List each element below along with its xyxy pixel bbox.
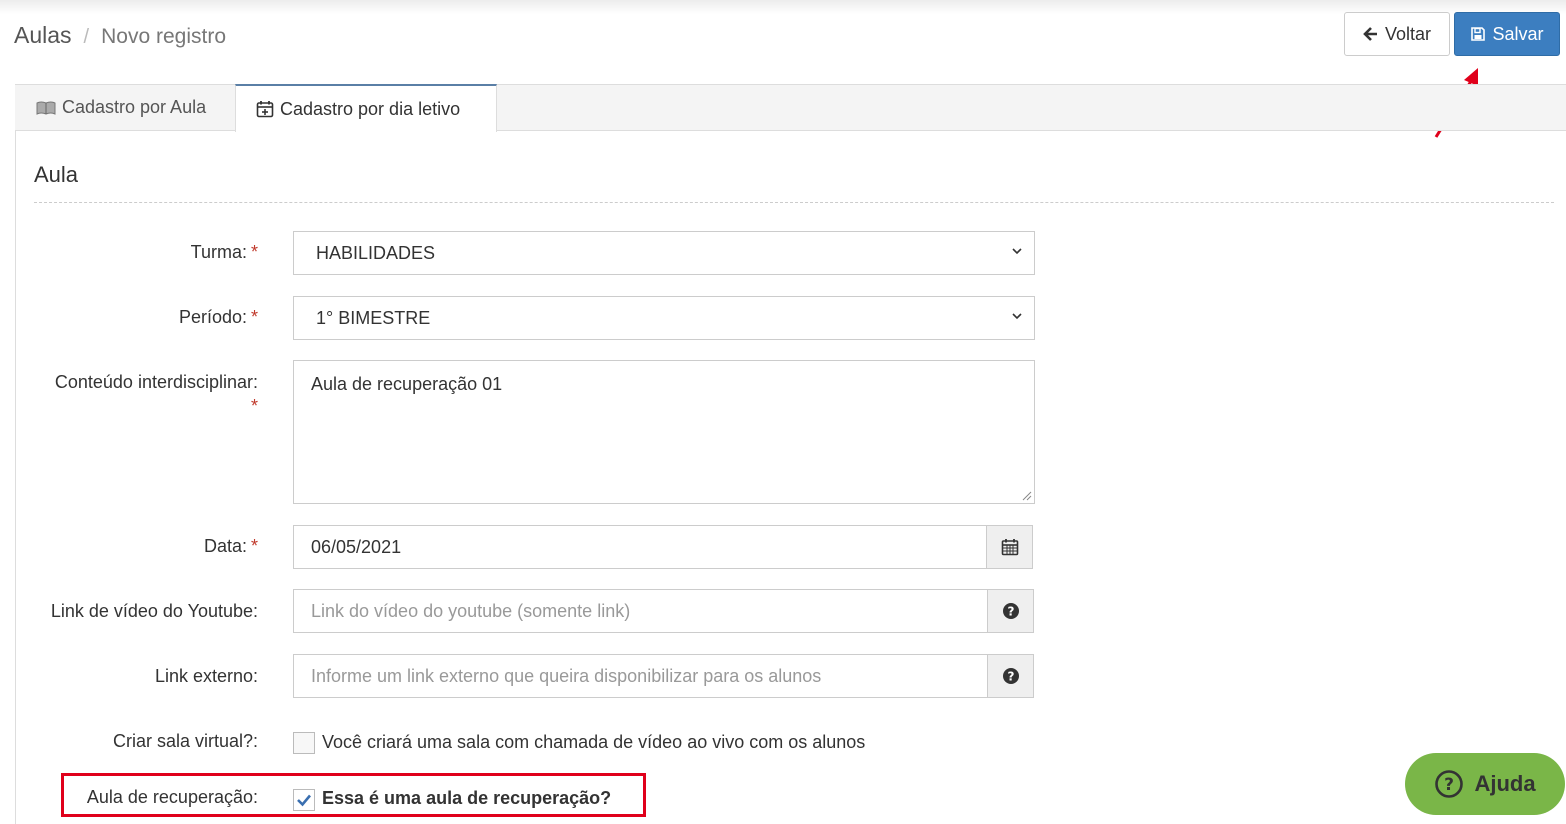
chevron-down-icon xyxy=(1012,248,1022,255)
tab-label: Cadastro por Aula xyxy=(62,97,207,117)
sala-virtual-label-text: Criar sala virtual?: xyxy=(112,731,258,751)
tab-cadastro-por-aula[interactable]: Cadastro por Aula xyxy=(16,84,236,131)
data-label-text: Data: xyxy=(203,536,247,556)
book-icon xyxy=(36,101,56,115)
back-button-label: Voltar xyxy=(1384,23,1432,44)
conteudo-label-text: Conteúdo interdisciplinar: xyxy=(54,372,258,392)
resize-handle-icon[interactable] xyxy=(1022,491,1032,501)
data-value: 06/05/2021 xyxy=(311,536,402,557)
youtube-label: Link de vídeo do Youtube: xyxy=(51,601,258,622)
chevron-down-icon xyxy=(1012,313,1022,320)
tab-label: Cadastro por dia letivo xyxy=(280,98,461,119)
sala-virtual-checkbox-label[interactable]: Você criará uma sala com chamada de víde… xyxy=(322,732,865,753)
section-divider xyxy=(34,202,1554,203)
question-circle-icon: ? xyxy=(1002,603,1019,619)
calendar-button[interactable] xyxy=(986,525,1033,569)
question-circle-icon: ? xyxy=(1435,770,1464,798)
check-icon xyxy=(297,794,311,807)
conteudo-value: Aula de recuperação 01 xyxy=(311,374,503,394)
data-input[interactable]: 06/05/2021 xyxy=(293,525,987,569)
turma-value: HABILIDADES xyxy=(316,242,436,263)
required-marker: * xyxy=(250,307,258,327)
help-button-label: Ajuda xyxy=(1474,771,1536,796)
conteudo-textarea[interactable]: Aula de recuperação 01 xyxy=(293,360,1035,504)
required-marker: * xyxy=(250,242,258,262)
link-externo-input[interactable]: Informe um link externo que queira dispo… xyxy=(293,654,988,698)
section-title: Aula xyxy=(34,162,79,187)
turma-label: Turma: * xyxy=(191,242,258,263)
turma-select[interactable]: HABILIDADES xyxy=(293,231,1035,275)
recuperacao-label-text: Aula de recuperação: xyxy=(86,787,258,807)
recuperacao-label: Aula de recuperação: xyxy=(87,787,258,808)
calendar-icon xyxy=(1001,539,1018,556)
periodo-label: Período: * xyxy=(179,307,258,328)
save-button-label: Salvar xyxy=(1492,23,1544,44)
youtube-help-button[interactable]: ? xyxy=(987,589,1034,633)
youtube-placeholder: Link do vídeo do youtube (somente link) xyxy=(311,600,631,621)
data-label: Data: * xyxy=(204,536,258,557)
conteudo-required: * xyxy=(247,396,258,417)
required-marker: * xyxy=(250,536,258,556)
breadcrumb: Aulas / Novo registro xyxy=(14,22,226,49)
breadcrumb-separator: / xyxy=(83,26,90,48)
floppy-disk-icon xyxy=(1471,27,1486,41)
youtube-input[interactable]: Link do vídeo do youtube (somente link) xyxy=(293,589,988,633)
question-circle-icon: ? xyxy=(1002,668,1019,684)
svg-text:?: ? xyxy=(1007,605,1014,619)
periodo-select[interactable]: 1° BIMESTRE xyxy=(293,296,1035,340)
help-button[interactable]: ? Ajuda xyxy=(1405,753,1565,815)
conteudo-label: Conteúdo interdisciplinar: xyxy=(55,372,258,393)
arrow-left-icon xyxy=(1363,27,1377,41)
required-marker: * xyxy=(250,396,258,416)
calendar-plus-icon xyxy=(256,101,274,118)
top-shadow xyxy=(0,0,1566,14)
sala-virtual-label: Criar sala virtual?: xyxy=(113,731,258,752)
periodo-label-text: Período: xyxy=(178,307,247,327)
periodo-value: 1° BIMESTRE xyxy=(316,307,431,328)
breadcrumb-root[interactable]: Aulas xyxy=(14,22,72,49)
svg-text:?: ? xyxy=(1445,775,1455,795)
tab-cadastro-por-dia-letivo[interactable]: Cadastro por dia letivo xyxy=(235,84,497,132)
breadcrumb-current: Novo registro xyxy=(101,25,226,48)
link-externo-label: Link externo: xyxy=(155,666,258,687)
back-button[interactable]: Voltar xyxy=(1344,12,1450,56)
save-button[interactable]: Salvar xyxy=(1454,12,1560,56)
link-externo-label-text: Link externo: xyxy=(154,666,258,686)
link-externo-help-button[interactable]: ? xyxy=(987,654,1034,698)
youtube-label-text: Link de vídeo do Youtube: xyxy=(50,601,258,621)
sala-virtual-checkbox[interactable] xyxy=(293,732,315,754)
svg-text:?: ? xyxy=(1007,670,1014,684)
turma-label-text: Turma: xyxy=(190,242,247,262)
recuperacao-checkbox-label[interactable]: Essa é uma aula de recuperação? xyxy=(322,788,611,809)
recuperacao-checkbox[interactable] xyxy=(293,789,315,811)
link-externo-placeholder: Informe um link externo que queira dispo… xyxy=(311,665,822,686)
